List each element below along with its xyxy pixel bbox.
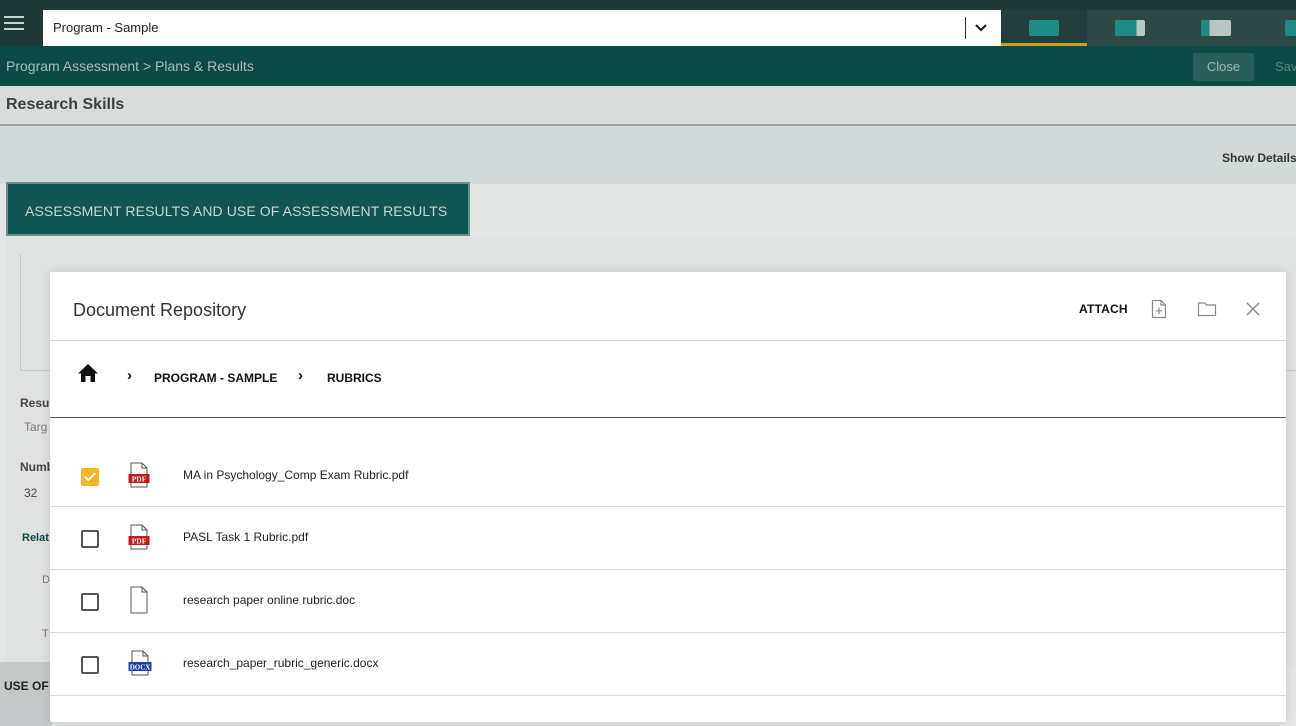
layout-panel-icon bbox=[1285, 20, 1296, 36]
side-value-target: Targ bbox=[24, 420, 48, 434]
file-row[interactable]: research paper online rubric.doc bbox=[50, 570, 1286, 633]
program-select-value: Program - Sample bbox=[53, 20, 159, 35]
section-tab-label: ASSESSMENT RESULTS AND USE OF ASSESSMENT… bbox=[25, 203, 448, 219]
side-label-number: Numb bbox=[20, 460, 54, 474]
layout-split-left-icon bbox=[1201, 20, 1231, 36]
breadcrumb-separator-icon: › bbox=[298, 367, 303, 384]
page-title-bar: Research Skills bbox=[0, 86, 1296, 126]
file-checkbox[interactable] bbox=[81, 530, 99, 548]
pdf-file-icon: PDF bbox=[128, 524, 150, 555]
folder-icon[interactable] bbox=[1197, 301, 1217, 322]
file-name: PASL Task 1 Rubric.pdf bbox=[183, 530, 309, 544]
top-bar: Program - Sample bbox=[0, 0, 1296, 46]
bottom-section-label: USE OF bbox=[4, 679, 49, 693]
close-icon[interactable] bbox=[1245, 301, 1261, 322]
program-select[interactable]: Program - Sample bbox=[43, 10, 1016, 46]
home-icon[interactable] bbox=[77, 363, 99, 388]
document-repository-dialog: Document Repository ATTACH › PROGRAM - S… bbox=[50, 272, 1286, 722]
file-checkbox[interactable] bbox=[81, 656, 99, 674]
pdf-file-icon: PDF bbox=[128, 462, 150, 493]
side-cell-t: T bbox=[42, 628, 49, 640]
file-row[interactable]: PDF MA in Psychology_Comp Exam Rubric.pd… bbox=[50, 444, 1286, 507]
select-divider bbox=[965, 17, 966, 39]
breadcrumb-rubrics[interactable]: RUBRICS bbox=[327, 371, 382, 385]
show-details-link[interactable]: Show Details bbox=[1222, 151, 1296, 165]
attach-button[interactable]: ATTACH bbox=[1079, 302, 1128, 316]
file-name: research paper online rubric.doc bbox=[183, 593, 356, 607]
file-row[interactable]: DOCX research_paper_rubric_generic.docx bbox=[50, 633, 1286, 696]
file-checkbox[interactable] bbox=[81, 593, 99, 611]
layout-split-right-icon bbox=[1115, 20, 1145, 36]
layout-full-icon bbox=[1029, 20, 1059, 36]
side-label-results: Resul bbox=[20, 396, 53, 410]
breadcrumb-bar: Program Assessment > Plans & Results Clo… bbox=[0, 46, 1296, 86]
save-button[interactable]: Save bbox=[1268, 53, 1296, 81]
breadcrumb-program[interactable]: PROGRAM - SAMPLE bbox=[154, 371, 277, 385]
layout-split-left-button[interactable] bbox=[1173, 10, 1259, 46]
svg-text:DOCX: DOCX bbox=[130, 664, 151, 672]
hamburger-menu-icon[interactable] bbox=[4, 12, 24, 34]
layout-split-right-button[interactable] bbox=[1087, 10, 1173, 46]
dialog-title: Document Repository bbox=[73, 300, 247, 320]
close-button[interactable]: Close bbox=[1193, 53, 1254, 81]
chevron-down-icon[interactable] bbox=[975, 21, 987, 36]
svg-text:PDF: PDF bbox=[132, 475, 147, 484]
file-row[interactable]: PDF PASL Task 1 Rubric.pdf bbox=[50, 507, 1286, 570]
layout-full-button[interactable] bbox=[1001, 10, 1087, 46]
file-list: PDF MA in Psychology_Comp Exam Rubric.pd… bbox=[50, 444, 1286, 696]
file-name: MA in Psychology_Comp Exam Rubric.pdf bbox=[183, 468, 409, 482]
dialog-header: Document Repository ATTACH bbox=[50, 272, 1286, 341]
section-tab-assessment-results[interactable]: ASSESSMENT RESULTS AND USE OF ASSESSMENT… bbox=[6, 182, 470, 236]
folder-breadcrumb: › PROGRAM - SAMPLE › RUBRICS bbox=[50, 341, 1286, 418]
breadcrumb-separator-icon: › bbox=[127, 367, 132, 384]
file-name: research_paper_rubric_generic.docx bbox=[183, 656, 379, 670]
breadcrumb: Program Assessment > Plans & Results bbox=[6, 58, 254, 74]
docx-file-icon: DOCX bbox=[128, 650, 152, 681]
side-label-related: Relat bbox=[22, 532, 49, 544]
details-bar: Show Details bbox=[0, 126, 1296, 184]
side-cell-d: D bbox=[42, 574, 50, 586]
bottom-section-header: USE OF bbox=[0, 662, 52, 726]
new-file-icon[interactable] bbox=[1151, 299, 1167, 324]
side-value-number: 32 bbox=[24, 486, 38, 500]
svg-text:PDF: PDF bbox=[132, 537, 147, 546]
page-title: Research Skills bbox=[6, 96, 125, 113]
file-checkbox[interactable] bbox=[81, 468, 99, 486]
blank-file-icon bbox=[128, 586, 150, 619]
layout-panel-button[interactable] bbox=[1259, 10, 1296, 46]
